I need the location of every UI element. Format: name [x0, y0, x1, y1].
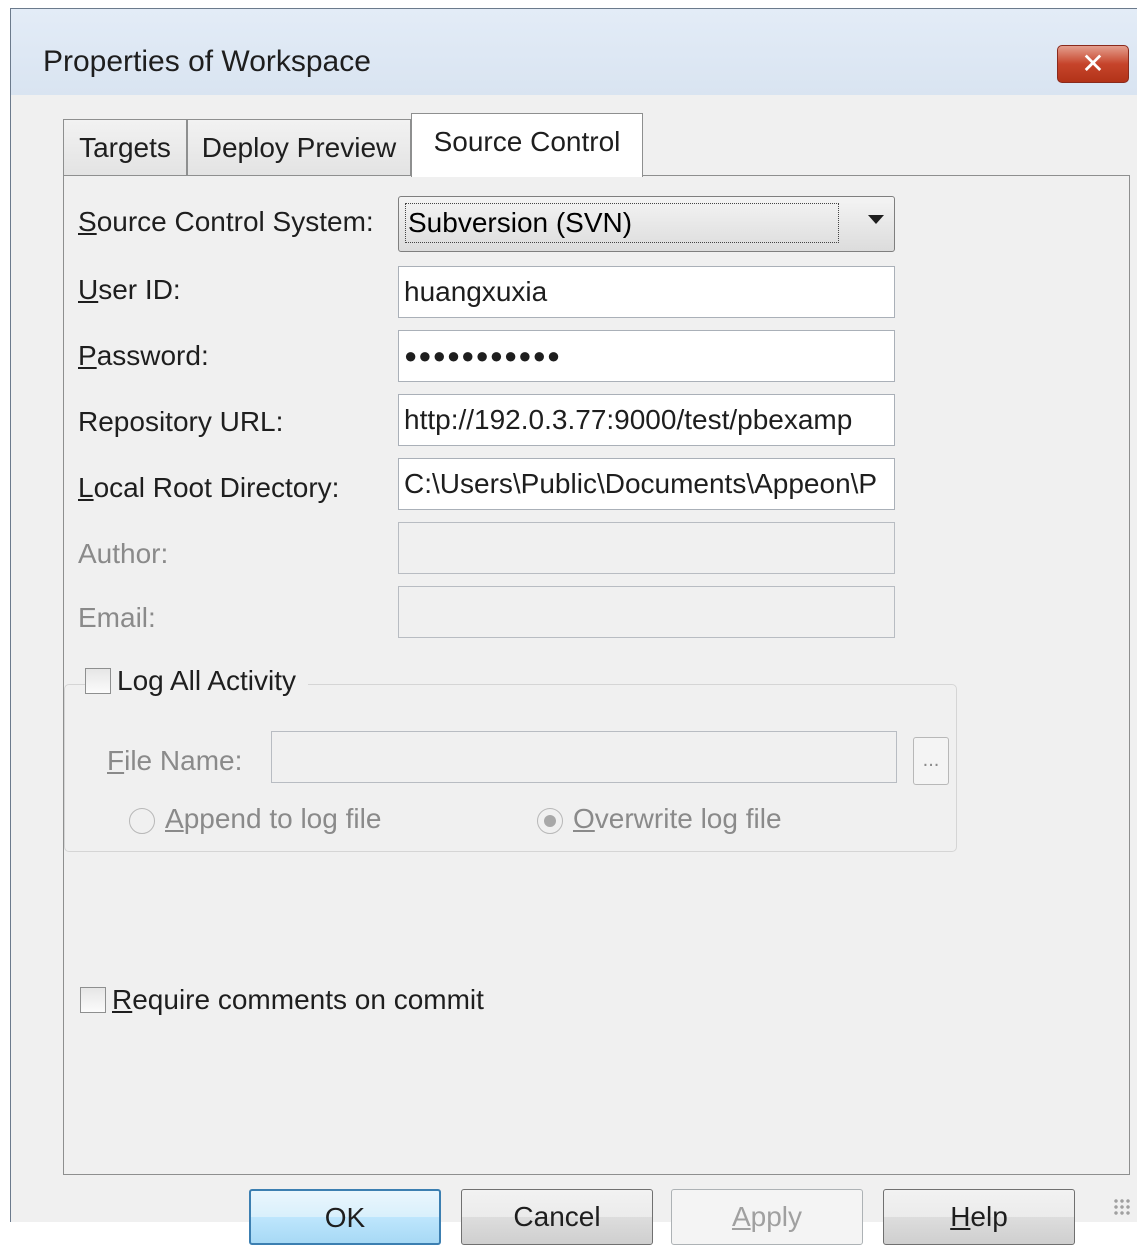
- local-root-directory-input[interactable]: C:\Users\Public\Documents\Appeon\P: [398, 458, 895, 510]
- repository-url-label: Repository URL:: [78, 406, 284, 437]
- email-input[interactable]: [398, 586, 895, 638]
- tab-deploy-preview[interactable]: Deploy Preview: [187, 119, 411, 175]
- checkbox-icon: [85, 668, 111, 694]
- source-control-system-select[interactable]: Subversion (SVN): [398, 196, 895, 252]
- ok-button[interactable]: OK: [249, 1189, 441, 1245]
- log-all-activity-label: Log All Activity: [117, 665, 296, 696]
- tab-source-control[interactable]: Source Control: [411, 113, 643, 177]
- help-button[interactable]: Help: [883, 1189, 1075, 1245]
- close-button[interactable]: ✕: [1057, 45, 1129, 83]
- source-control-system-label: Source Control System:: [78, 206, 374, 237]
- source-control-panel: Source Control System: Subversion (SVN) …: [63, 175, 1130, 1175]
- overwrite-log-radio[interactable]: Overwrite log file: [537, 803, 782, 835]
- close-icon: ✕: [1081, 48, 1105, 79]
- source-control-system-value: Subversion (SVN): [405, 203, 839, 243]
- require-comments-label: Require comments on commit: [112, 984, 484, 1015]
- password-input[interactable]: ●●●●●●●●●●●: [398, 330, 895, 382]
- email-label: Email:: [78, 602, 156, 633]
- dialog-body: Targets Deploy Preview Source Control So…: [49, 95, 1137, 1245]
- radio-checked-icon: [537, 807, 563, 834]
- tab-deploy-preview-label: Deploy Preview: [201, 132, 397, 163]
- cancel-button[interactable]: Cancel: [461, 1189, 653, 1245]
- append-to-log-radio[interactable]: Append to log file: [129, 803, 381, 835]
- user-id-input[interactable]: huangxuxia: [398, 266, 895, 318]
- log-activity-group: Log All Activity File Name: ... Append t…: [64, 665, 957, 852]
- author-input[interactable]: [398, 522, 895, 574]
- user-id-label: User ID:: [78, 274, 181, 305]
- password-label: Password:: [78, 340, 209, 371]
- file-name-input[interactable]: [271, 731, 897, 783]
- tab-source-control-label: Source Control: [433, 126, 621, 157]
- checkbox-icon: [80, 987, 106, 1013]
- browse-button[interactable]: ...: [913, 737, 949, 785]
- local-root-directory-label: Local Root Directory:: [78, 472, 340, 503]
- log-all-activity-checkbox[interactable]: Log All Activity: [85, 665, 308, 697]
- author-label: Author:: [78, 538, 169, 569]
- tab-targets[interactable]: Targets: [63, 119, 187, 175]
- radio-unchecked-icon: [129, 807, 155, 834]
- properties-dialog: Properties of Workspace ✕ Targets Deploy…: [10, 8, 1137, 1245]
- resize-grip-icon[interactable]: [1113, 1198, 1131, 1216]
- chevron-down-icon: [868, 215, 884, 224]
- dialog-title: Properties of Workspace: [43, 45, 371, 78]
- title-bar: Properties of Workspace ✕: [11, 9, 1137, 95]
- apply-button[interactable]: Apply: [671, 1189, 863, 1245]
- require-comments-checkbox[interactable]: Require comments on commit: [80, 984, 484, 1016]
- repository-url-input[interactable]: http://192.0.3.77:9000/test/pbexamp: [398, 394, 895, 446]
- tab-targets-label: Targets: [79, 132, 171, 163]
- file-name-label: File Name:: [107, 745, 243, 776]
